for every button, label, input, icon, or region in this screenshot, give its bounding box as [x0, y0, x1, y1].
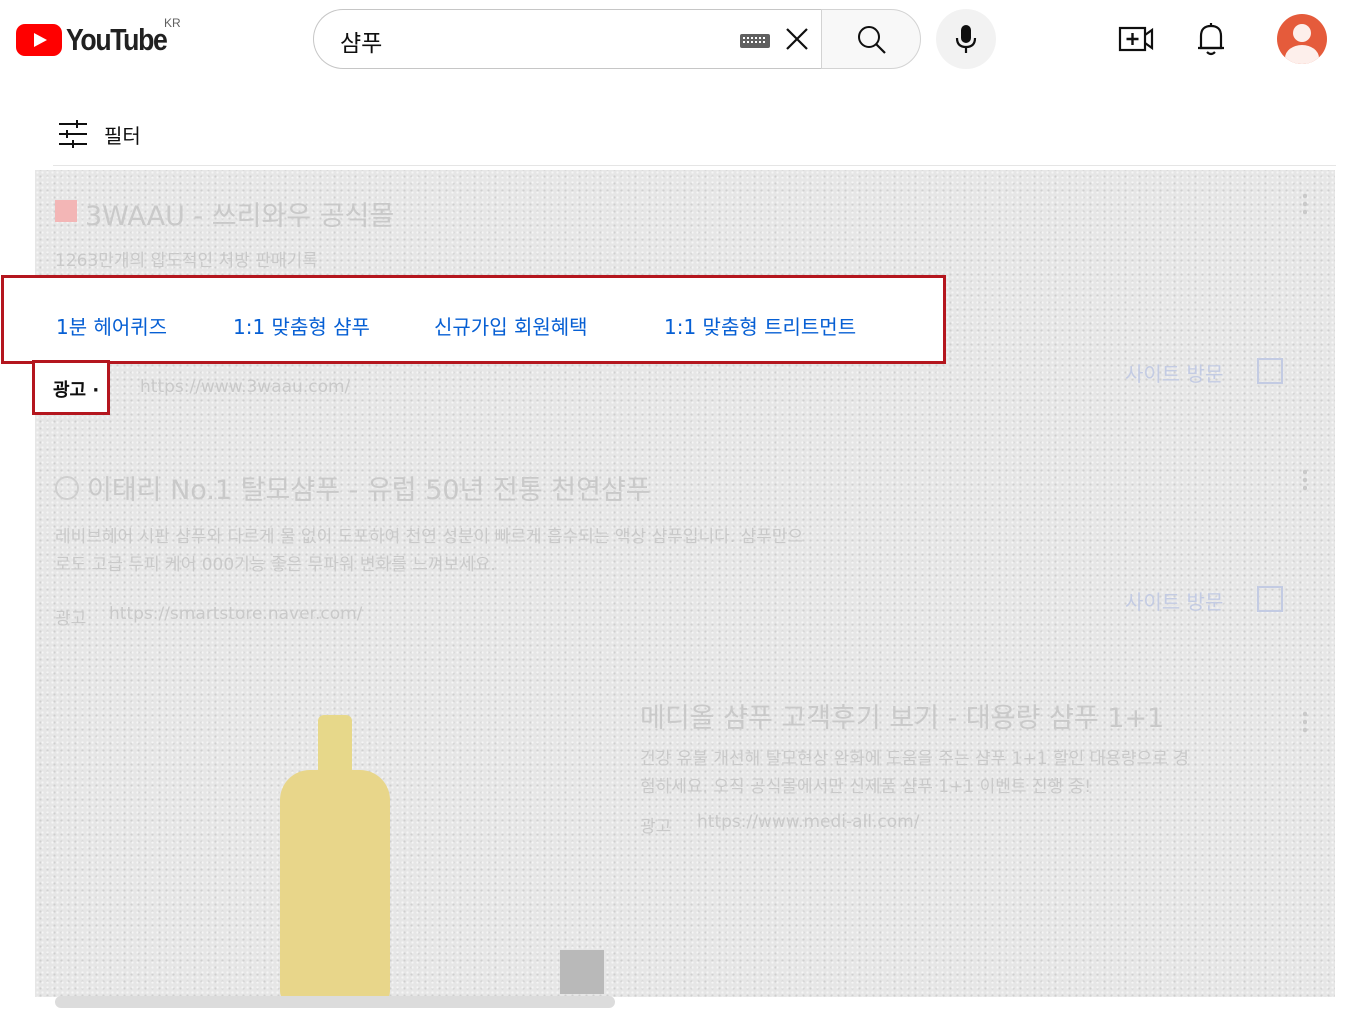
filter-icon — [59, 120, 87, 148]
ad-url: https://smartstore.naver.com/ — [109, 604, 363, 624]
ad-url: https://www.medi-all.com/ — [697, 812, 920, 832]
external-link-icon[interactable] — [1257, 586, 1283, 612]
external-link-icon[interactable] — [1257, 358, 1283, 384]
ad-description: 1263만개의 압도적인 처방 판매기록 — [55, 251, 318, 271]
sitelink-hair-quiz[interactable]: 1분 헤어퀴즈 — [56, 311, 167, 340]
voice-search-button[interactable] — [936, 9, 996, 69]
filter-button[interactable]: 필터 — [58, 119, 141, 149]
sitelink-custom-treatment[interactable]: 1:1 맞춤형 트리트먼트 — [664, 311, 856, 340]
ad-url: https://www.3waau.com/ — [140, 377, 351, 397]
ad-description-line1: 건강 유불 개선해 탈모현상 완화에 도움을 주는 샴푸 1+1 할인 대용량으… — [640, 749, 1189, 769]
search-input[interactable]: 샴푸 — [313, 9, 821, 69]
visit-site-label[interactable]: 사이트 방문 — [1125, 586, 1223, 615]
ad-title[interactable]: 메디올 샴푸 고객후기 보기 - 대용량 샴푸 1+1 — [640, 696, 1164, 735]
bell-icon[interactable] — [1196, 21, 1226, 57]
more-menu-icon[interactable] — [1303, 468, 1307, 492]
ad-description-line1: 레비브헤어 시판 샴푸와 다르게 물 없이 도포하여 천연 성분이 빠르게 흡수… — [55, 527, 804, 547]
ad-description-line2: 험하세요. 오직 공식몰에서만 신제품 샴푸 1+1 이벤트 진행 중! — [640, 777, 1092, 797]
external-link-icon[interactable] — [560, 950, 604, 994]
avatar[interactable] — [1277, 14, 1327, 64]
ad-label-highlight: 광고 · — [32, 360, 110, 415]
clear-icon[interactable] — [784, 26, 810, 52]
filter-label: 필터 — [104, 123, 141, 148]
search-button[interactable] — [821, 9, 921, 69]
youtube-logo[interactable]: YouTube — [16, 22, 183, 58]
advertiser-logo-icon — [55, 476, 79, 500]
product-image[interactable] — [280, 715, 390, 1005]
ad-description-line2: 로도 고급 두피 케어 000기능 좋은 무파워 변화를 느껴보세요. — [55, 555, 496, 575]
more-menu-icon[interactable] — [1303, 192, 1307, 216]
search-value: 샴푸 — [340, 31, 383, 57]
ad-label: 광고 — [640, 817, 672, 837]
visit-site-label[interactable]: 사이트 방문 — [1125, 358, 1223, 387]
ad-title[interactable]: 이태리 No.1 탈모샴푸 - 유럽 50년 전통 천연샴푸 — [87, 468, 651, 507]
divider — [53, 165, 1336, 166]
create-icon[interactable] — [1118, 24, 1154, 54]
search-icon — [858, 26, 886, 54]
carousel-scrollbar[interactable] — [55, 996, 615, 1008]
ad-label: 광고 — [55, 609, 87, 629]
keyboard-icon[interactable] — [740, 34, 770, 48]
sitelinks-highlight: 1분 헤어퀴즈 1:1 맞춤형 샴푸 신규가입 회원혜택 1:1 맞춤형 트리트… — [1, 275, 946, 364]
ad-label: 광고 · — [53, 380, 100, 401]
sitelink-signup-benefits[interactable]: 신규가입 회원혜택 — [434, 311, 588, 340]
youtube-play-icon — [16, 24, 62, 56]
more-menu-icon[interactable] — [1303, 710, 1307, 734]
sitelink-custom-shampoo[interactable]: 1:1 맞춤형 샴푸 — [233, 311, 370, 340]
advertiser-logo-icon — [55, 200, 77, 222]
country-code: KR — [164, 16, 181, 30]
mic-icon — [955, 25, 977, 53]
logo-text: YouTube — [66, 22, 168, 57]
ad-advertiser[interactable]: 3WAAU - 쓰리와우 공식몰 — [85, 194, 394, 233]
